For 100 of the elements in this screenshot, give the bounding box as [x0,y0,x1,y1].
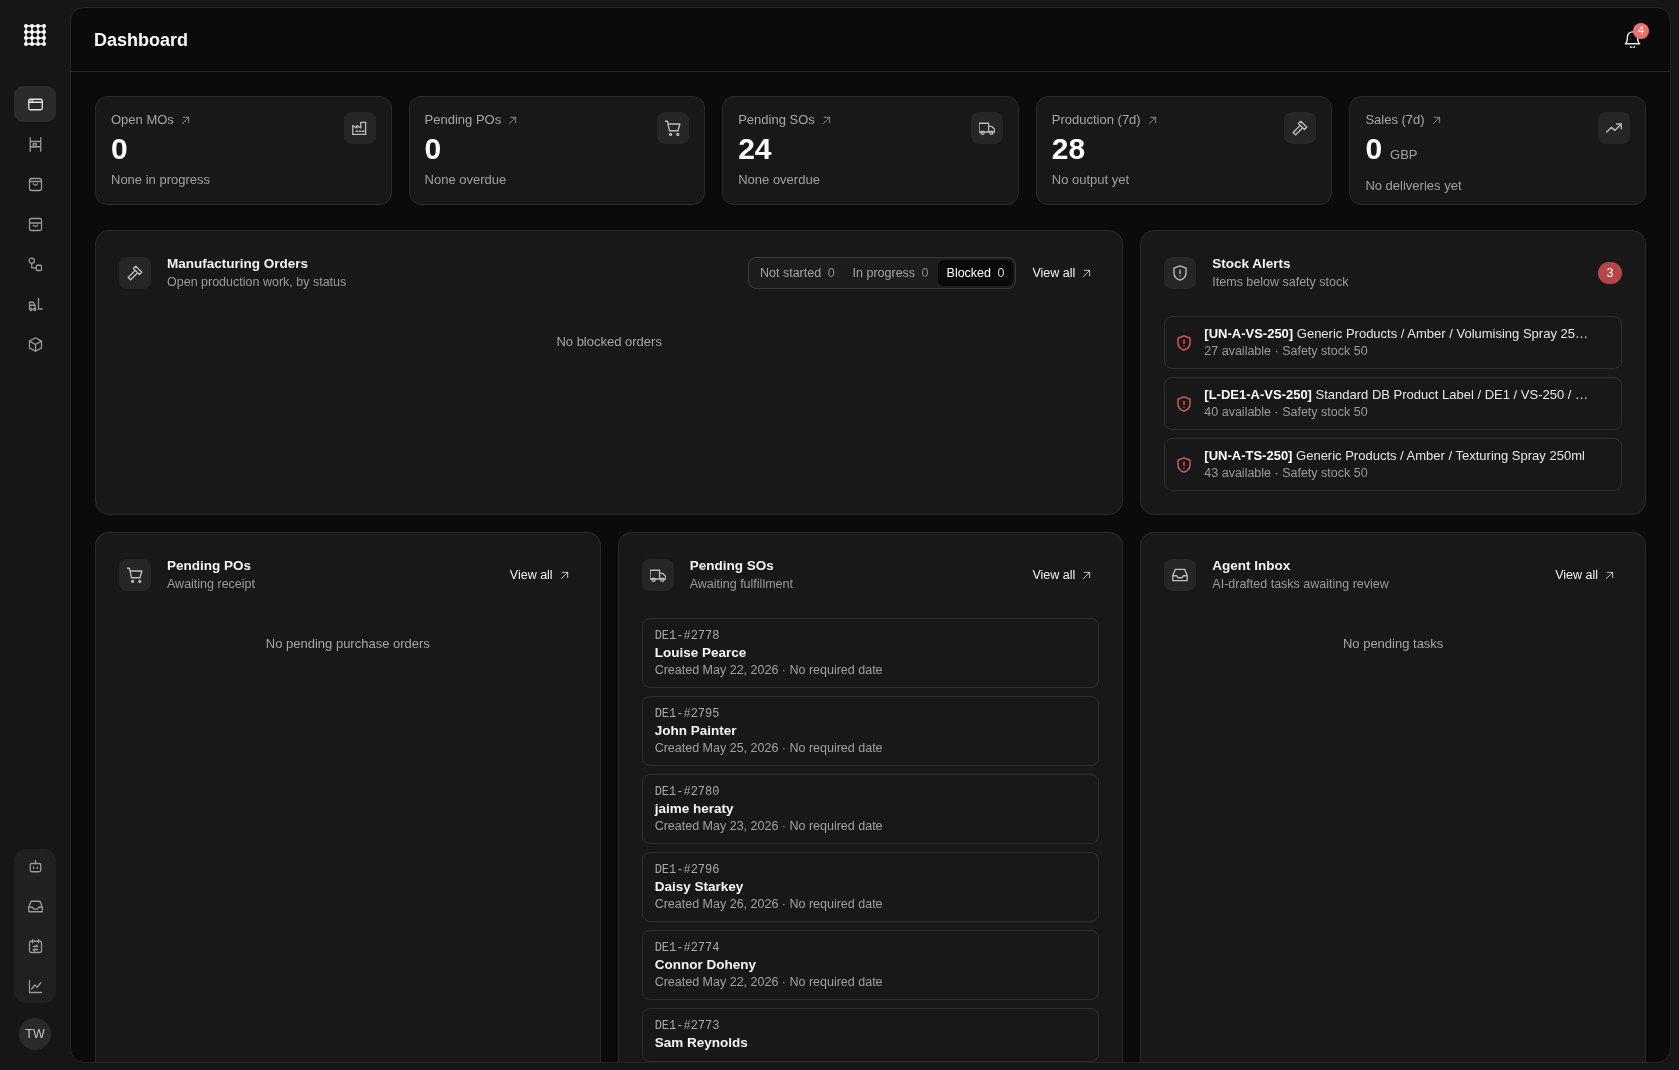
sales-order-card[interactable]: DE1-#2778 Louise Pearce Created May 22, 2026 · No required date [641,618,1100,688]
truck-icon [641,559,674,591]
order-number: DE1-#2795 [654,706,721,722]
status-tab[interactable]: Not started 0 [751,260,844,286]
archive-box-icon [27,216,43,232]
sales-order-card[interactable]: DE1-#2773 Sam Reynolds [641,1008,1100,1062]
order-number: DE1-#2796 [654,862,721,878]
panel-title: Pending POs [167,557,252,575]
view-all-button[interactable]: View all [1024,257,1100,289]
order-detail: Created May 26, 2026 · No required date [654,896,884,912]
kpi-value: 0 [1365,131,1383,167]
cart-icon [657,112,690,144]
kpi-note: No output yet [1051,171,1131,189]
kpi-unit: GBP [1390,146,1418,164]
kpi-link[interactable]: Open MOs [111,112,210,128]
arrow-icon [1082,570,1092,580]
view-all-button[interactable]: View all [1024,559,1100,591]
shield-alert-icon [1176,334,1193,351]
count-badge: 3 [1598,262,1622,284]
empty-message: No pending purchase orders [264,635,431,653]
stock-alert-item[interactable]: [UN-A-TS-250] Generic Products / Amber / Texturing Spray 250ml 43 available · Safety stock 50 [1164,438,1622,491]
nodes-icon [27,256,43,272]
kpi-note: None overdue [738,171,821,189]
arrow-icon [1147,115,1157,125]
kpi-link[interactable]: Pending POs [424,112,518,128]
window-icon [27,96,43,112]
tray-icon [27,898,43,914]
stock-alert-item[interactable]: [UN-A-VS-250] Generic Products / Amber / Volumising Spray 25… 27 available · Safety stock 50 [1164,316,1622,369]
arrow-icon [508,115,518,125]
user-avatar[interactable]: TW [19,1018,51,1050]
shield-alert-icon [1164,257,1197,289]
tray-icon [1164,559,1197,591]
kpi-value: 24 [738,131,772,167]
panel-subtitle: Awaiting receipt [167,576,255,593]
alert-item-title: [UN-A-TS-250] Generic Products / Amber / Texturing Spray 250ml [1204,447,1585,465]
chart-icon [27,978,43,994]
arrow-icon [1605,570,1614,580]
sidebar-nav-button[interactable] [14,86,56,122]
alert-item-title: [L-DE1-A-VS-250] Standard DB Product Label / DE1 / VS-250 / … [1204,386,1588,404]
customer-name: John Painter [654,722,738,740]
order-detail: Created May 22, 2026 · No required date [654,662,884,678]
bag-icon [27,176,43,192]
status-tab[interactable]: Blocked 0 [937,260,1014,286]
sales-order-card[interactable]: DE1-#2796 Daisy Starkey Created May 26, 2026 · No required date [641,852,1100,922]
page-title: Dashboard [94,28,189,52]
panel-title: Agent Inbox [1212,557,1292,575]
status-tab[interactable]: In progress 0 [843,260,938,286]
calendar-icon [27,938,43,954]
arrow-icon [1431,115,1441,125]
alert-item-title: [UN-A-VS-250] Generic Products / Amber / Volumising Spray 25… [1204,325,1588,343]
alert-item-detail: 40 available · Safety stock 50 [1204,404,1369,421]
arrow-icon [1082,268,1092,278]
kpi-value: 0 [111,131,128,167]
cart-icon [119,559,151,591]
order-detail: Created May 23, 2026 · No required date [654,818,884,834]
kpi-note: None in progress [111,171,210,189]
panel-subtitle: Open production work, by status [167,274,347,291]
panel-subtitle: AI-drafted tasks awaiting review [1212,576,1389,593]
kpi-note: No deliveries yet [1365,177,1462,195]
sales-order-card[interactable]: DE1-#2795 John Painter Created May 25, 2026 · No required date [641,696,1100,766]
customer-name: Sam Reynolds [654,1034,749,1052]
order-number: DE1-#2774 [654,940,721,956]
kpi-link[interactable]: Production (7d) [1051,112,1157,128]
cube-icon [27,336,43,352]
order-number: DE1-#2773 [654,1018,721,1034]
arrow-icon [559,570,569,580]
order-detail: Created May 25, 2026 · No required date [654,740,884,756]
kpi-note: None overdue [424,171,508,189]
notification-badge: 4 [1633,22,1649,39]
panel-title: Stock Alerts [1212,255,1292,273]
view-all-button[interactable]: View all [1547,559,1622,591]
hammer-icon [119,257,151,289]
stock-alert-item[interactable]: [L-DE1-A-VS-250] Standard DB Product Label / DE1 / VS-250 / … 40 available · Safety stock 50 [1164,377,1622,430]
kpi-value: 28 [1051,131,1086,167]
trend-up-icon [1598,112,1630,144]
empty-message: No pending tasks [1341,635,1445,653]
order-number: DE1-#2780 [654,784,721,800]
customer-name: Connor Doheny [654,956,757,974]
arrow-icon [180,115,190,125]
view-all-button[interactable]: View all [501,559,577,591]
order-detail: Created May 22, 2026 · No required date [654,974,884,990]
customer-name: Louise Pearce [654,644,748,662]
shield-alert-icon [1176,456,1193,473]
alert-item-detail: 27 available · Safety stock 50 [1204,343,1369,360]
panel-subtitle: Items below safety stock [1212,274,1349,291]
sales-order-card[interactable]: DE1-#2780 jaime heraty Created May 23, 2026 · No required date [641,774,1100,844]
kpi-link[interactable]: Pending SOs [738,112,831,128]
panel-subtitle: Awaiting fulfillment [689,576,793,593]
kpi-value: 0 [424,131,442,167]
shelf-icon [27,136,43,152]
empty-message: No blocked orders [555,333,663,351]
hammer-icon [1284,112,1317,144]
shield-alert-icon [1176,395,1193,412]
sales-order-card[interactable]: DE1-#2774 Connor Doheny Created May 22, 2026 · No required date [641,930,1100,1000]
alert-item-detail: 43 available · Safety stock 50 [1204,465,1369,482]
logo-icon [24,24,46,46]
panel-title: Manufacturing Orders [167,255,310,273]
kpi-link[interactable]: Sales (7d) [1365,112,1462,128]
panel-title: Pending SOs [689,557,775,575]
customer-name: Daisy Starkey [654,878,745,896]
